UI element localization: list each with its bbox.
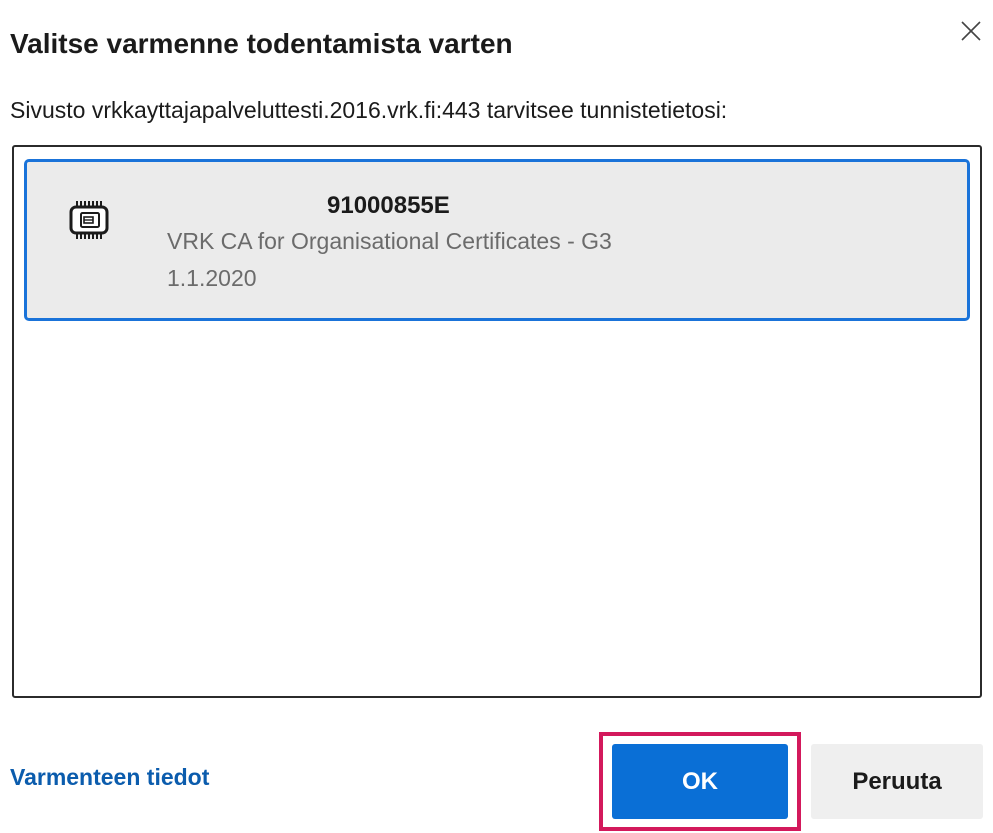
certificate-date: 1.1.2020 xyxy=(167,265,257,291)
certificate-dialog: Valitse varmenne todentamista varten Siv… xyxy=(0,0,993,833)
certificate-issuer: VRK CA for Organisational Certificates -… xyxy=(167,228,612,254)
certificate-details-link[interactable]: Varmenteen tiedot xyxy=(10,764,209,791)
certificate-name: 91000855E xyxy=(327,192,450,219)
certificate-item[interactable]: 91000855E VRK CA for Organisational Cert… xyxy=(24,159,970,321)
close-icon xyxy=(961,21,981,41)
dialog-subtitle: Sivusto vrkkayttajapalveluttesti.2016.vr… xyxy=(10,97,728,123)
certificate-list[interactable]: 91000855E VRK CA for Organisational Cert… xyxy=(12,145,982,698)
ok-button[interactable]: OK xyxy=(612,744,788,819)
cancel-button[interactable]: Peruuta xyxy=(811,744,983,819)
close-button[interactable] xyxy=(956,16,986,46)
smartcard-chip-icon xyxy=(69,201,109,239)
dialog-title: Valitse varmenne todentamista varten xyxy=(10,28,513,59)
